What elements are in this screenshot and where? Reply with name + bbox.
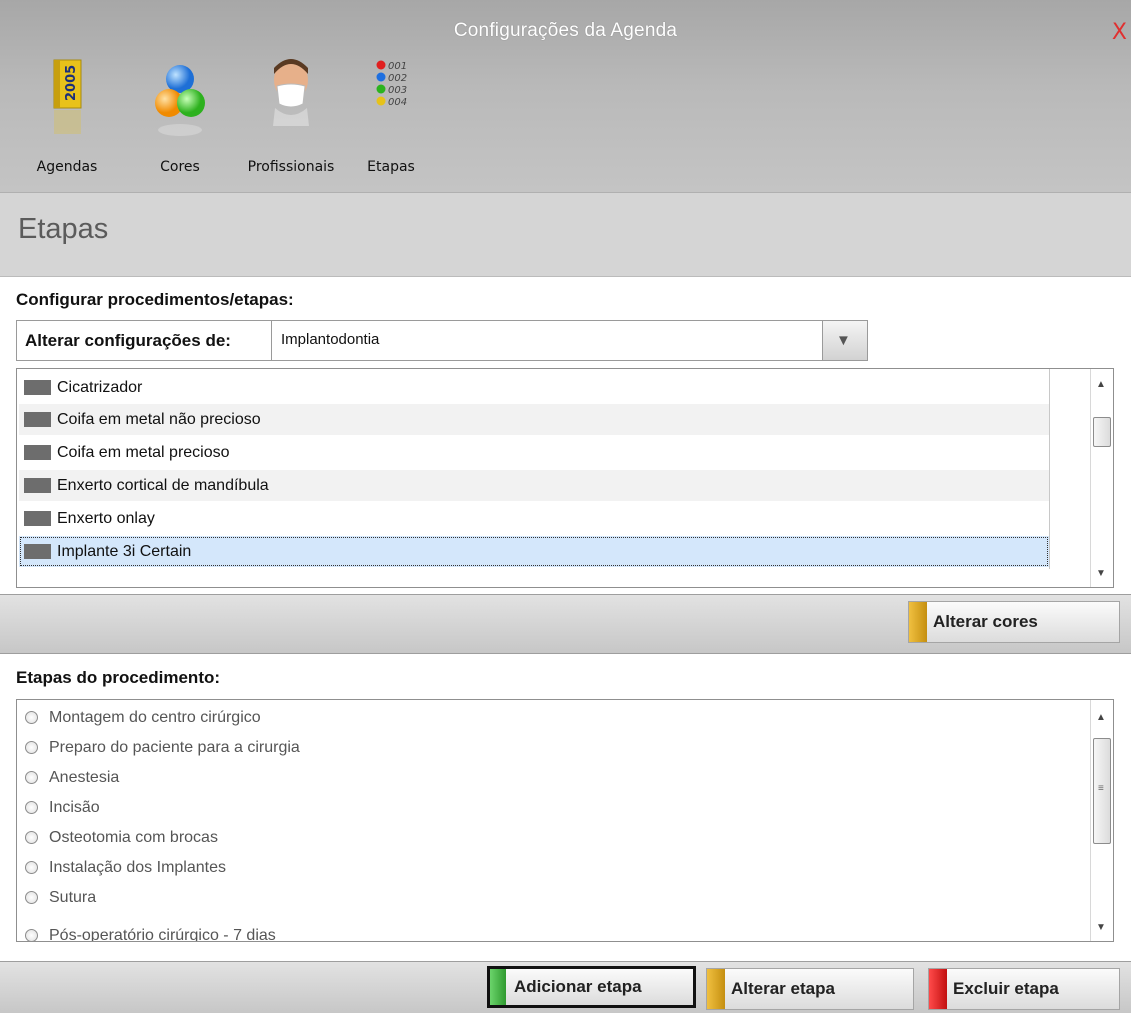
toolbar-agendas-label: Agendas: [36, 159, 98, 175]
steps-toolbar: Adicionar etapa Alterar etapa Excluir et…: [0, 961, 1131, 1013]
toolbar-etapas-label: Etapas: [367, 159, 415, 175]
yellow-chip-icon: [707, 969, 725, 1009]
step-code: 004: [388, 97, 407, 108]
color-balls-icon: [140, 46, 220, 146]
scroll-down-arrow-icon[interactable]: ▼: [1096, 568, 1106, 579]
procedures-scrollbar[interactable]: ▲ ▼: [1090, 369, 1113, 587]
radio-button[interactable]: [25, 771, 38, 784]
red-chip-icon: [929, 969, 947, 1009]
select-value[interactable]: Implantodontia: [281, 321, 379, 360]
change-colors-button[interactable]: Alterar cores: [908, 601, 1120, 643]
list-item-label: Implante 3i Certain: [57, 543, 192, 560]
green-chip-icon: [490, 969, 506, 1005]
config-heading: Configurar procedimentos/etapas:: [16, 290, 294, 309]
step-label: Preparo do paciente para a cirurgia: [49, 739, 300, 756]
step-label: Instalação dos Implantes: [49, 859, 226, 876]
chevron-down-icon: ▼: [836, 332, 851, 349]
agenda-year: 2005: [64, 65, 79, 101]
procedures-list[interactable]: Cicatrizador Coifa em metal não precioso…: [16, 368, 1114, 588]
colors-toolbar: Alterar cores: [0, 594, 1131, 654]
steps-heading: Etapas do procedimento:: [16, 668, 221, 687]
steps-scrollbar[interactable]: ▲ ≡ ▼: [1090, 700, 1113, 941]
steps-list-icon: 001 002 003 004: [361, 46, 421, 146]
list-item[interactable]: Coifa em metal não precioso: [19, 404, 1049, 435]
dentist-icon: [251, 46, 331, 146]
list-item-label: Enxerto onlay: [57, 510, 155, 527]
list-item-selected[interactable]: Implante 3i Certain: [19, 536, 1049, 567]
step-label: Sutura: [49, 889, 97, 906]
column-divider: [1049, 369, 1050, 569]
list-item[interactable]: Enxerto onlay: [19, 503, 1049, 534]
change-step-button[interactable]: Alterar etapa: [706, 968, 914, 1010]
color-swatch: [24, 478, 51, 493]
toolbar-header: Configurações da Agenda X 2005 Agendas C…: [0, 0, 1131, 193]
toolbar-agendas[interactable]: 2005 Agendas: [22, 46, 112, 175]
grip-icon: ≡: [1098, 783, 1104, 794]
procedure-type-select[interactable]: Alterar configurações de: Implantodontia…: [16, 320, 868, 361]
radio-button[interactable]: [25, 861, 38, 874]
list-item[interactable]: Cicatrizador: [19, 372, 1049, 403]
list-item-label: Coifa em metal precioso: [57, 444, 230, 461]
step-label: Montagem do centro cirúrgico: [49, 709, 261, 726]
agenda-book-icon: 2005: [37, 46, 97, 146]
step-label: Incisão: [49, 799, 100, 816]
steps-list[interactable]: Montagem do centro cirúrgico Preparo do …: [16, 699, 1114, 942]
radio-button[interactable]: [25, 801, 38, 814]
scroll-up-arrow-icon[interactable]: ▲: [1096, 712, 1106, 723]
button-label: Adicionar etapa: [514, 977, 642, 996]
scroll-thumb[interactable]: [1093, 417, 1111, 447]
window-title: Configurações da Agenda: [453, 20, 678, 41]
color-swatch: [24, 544, 51, 559]
radio-button[interactable]: [25, 741, 38, 754]
toolbar-profissionais[interactable]: Profissionais: [236, 46, 346, 175]
button-label: Excluir etapa: [953, 979, 1059, 998]
color-swatch: [24, 412, 51, 427]
step-label: Anestesia: [49, 769, 120, 786]
button-label: Alterar etapa: [731, 979, 835, 998]
color-swatch: [24, 511, 51, 526]
toolbar-cores[interactable]: Cores: [140, 46, 220, 175]
list-item-label: Enxerto cortical de mandíbula: [57, 477, 269, 494]
toolbar-cores-label: Cores: [160, 159, 200, 175]
radio-button[interactable]: [25, 929, 38, 941]
step-label: Osteotomia com brocas: [49, 829, 218, 846]
step-label: Pós-operatório cirúrgico - 7 dias: [49, 927, 276, 942]
list-item-label: Cicatrizador: [57, 379, 143, 396]
yellow-chip-icon: [909, 602, 927, 642]
color-swatch: [24, 445, 51, 460]
toolbar-etapas[interactable]: 001 002 003 004 Etapas: [356, 46, 426, 175]
step-code: 003: [388, 85, 407, 96]
list-item[interactable]: Enxerto cortical de mandíbula: [19, 470, 1049, 501]
toolbar-profissionais-label: Profissionais: [247, 159, 335, 175]
select-label: Alterar configurações de:: [17, 321, 272, 360]
close-button[interactable]: X: [1112, 20, 1127, 45]
page-title: Etapas: [18, 213, 109, 245]
color-swatch: [24, 380, 51, 395]
section-banner: Etapas: [0, 193, 1131, 277]
radio-button[interactable]: [25, 891, 38, 904]
dropdown-button[interactable]: ▼: [822, 321, 867, 360]
step-code: 002: [388, 73, 407, 84]
step-code: 001: [388, 61, 407, 72]
delete-step-button[interactable]: Excluir etapa: [928, 968, 1120, 1010]
list-item[interactable]: Coifa em metal precioso: [19, 437, 1049, 468]
radio-button[interactable]: [25, 711, 38, 724]
scroll-up-arrow-icon[interactable]: ▲: [1096, 379, 1106, 390]
radio-button[interactable]: [25, 831, 38, 844]
list-item-label: Coifa em metal não precioso: [57, 411, 261, 428]
button-label: Alterar cores: [933, 612, 1038, 631]
add-step-button[interactable]: Adicionar etapa: [487, 966, 696, 1008]
scroll-thumb[interactable]: ≡: [1093, 738, 1111, 844]
scroll-down-arrow-icon[interactable]: ▼: [1096, 922, 1106, 933]
